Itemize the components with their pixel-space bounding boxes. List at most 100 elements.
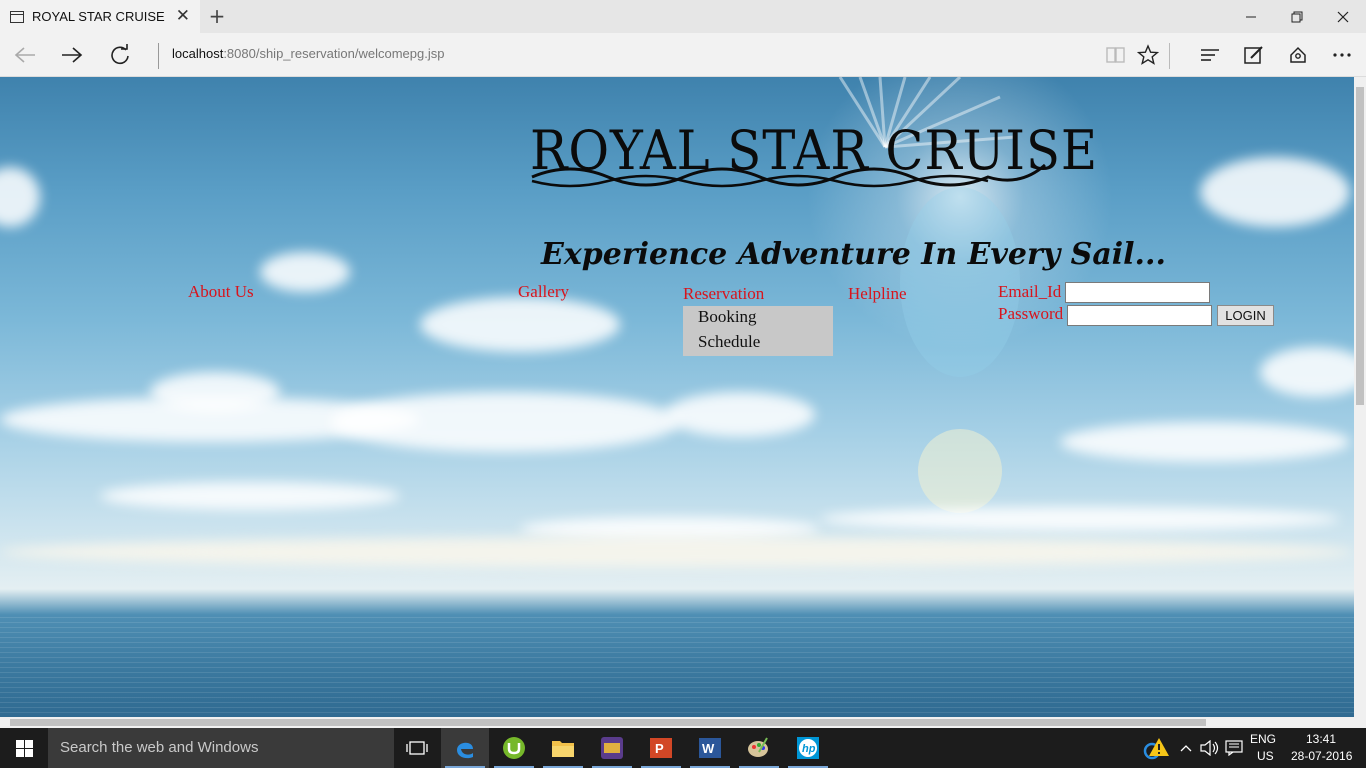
tab-close-icon[interactable]: ✕: [176, 8, 190, 25]
taskbar-hp[interactable]: hp: [784, 728, 832, 768]
background-cloud: [665, 392, 815, 437]
page-content: ROYAL STAR CRUISE Experience Adventure I…: [0, 77, 1354, 717]
web-note-icon: [1244, 46, 1263, 64]
email-field[interactable]: [1065, 282, 1210, 303]
back-icon: [14, 47, 35, 63]
tray-action-center-button[interactable]: [1222, 728, 1246, 768]
forward-button[interactable]: [57, 40, 87, 70]
reading-view-button[interactable]: [1101, 40, 1131, 70]
restore-button[interactable]: [1274, 0, 1320, 33]
volume-icon: [1200, 740, 1219, 756]
background-cloud: [1200, 157, 1350, 227]
dropdown-item-booking[interactable]: Booking: [698, 307, 757, 327]
svg-text:W: W: [702, 741, 715, 756]
background-cloud: [420, 297, 620, 352]
hp-icon: hp: [797, 737, 819, 759]
toolbar-separator: [1169, 43, 1170, 69]
tab-title: ROYAL STAR CRUISE: [32, 9, 165, 24]
task-view-icon: [406, 741, 428, 755]
web-note-button[interactable]: [1239, 40, 1269, 70]
background-lens-flare-small: [918, 429, 1002, 513]
folder-icon: [552, 741, 574, 757]
background-cloud: [0, 167, 40, 227]
more-button[interactable]: [1327, 40, 1357, 70]
media-app-icon: [601, 737, 623, 759]
taskbar-word[interactable]: W: [686, 728, 734, 768]
vertical-scrollbar[interactable]: [1354, 77, 1366, 717]
tray-expand-button[interactable]: [1174, 728, 1198, 768]
background-cloud-band: [0, 537, 1354, 567]
address-separator: [158, 43, 159, 69]
background-sea: [0, 617, 1354, 717]
background-cloud: [820, 507, 1340, 531]
refresh-button[interactable]: [105, 40, 135, 70]
nav-gallery[interactable]: Gallery: [518, 282, 569, 302]
login-button[interactable]: LOGIN: [1217, 305, 1274, 326]
windows-logo-icon: [15, 739, 33, 757]
browser-tab[interactable]: ROYAL STAR CRUISE ✕: [0, 0, 200, 33]
edge-warning-icon: [1143, 738, 1169, 760]
background-cloud: [100, 482, 400, 510]
taskbar: Search the web and Windows P W hp ENG US…: [0, 728, 1366, 768]
taskbar-paint[interactable]: [735, 728, 783, 768]
tray-region[interactable]: US: [1257, 749, 1274, 763]
background-cloud: [1060, 422, 1350, 462]
tab-page-icon: [10, 10, 24, 23]
address-bar[interactable]: localhost:8080/ship_reservation/welcomep…: [172, 46, 444, 61]
dropdown-item-schedule[interactable]: Schedule: [698, 332, 760, 352]
browser-toolbar: localhost:8080/ship_reservation/welcomep…: [0, 33, 1366, 77]
background-cloud: [260, 252, 350, 292]
back-button[interactable]: [10, 40, 40, 70]
nav-helpline[interactable]: Helpline: [848, 284, 907, 304]
utorrent-icon: [503, 737, 525, 759]
password-field[interactable]: [1067, 305, 1212, 326]
minimize-icon: [1246, 16, 1256, 17]
tray-alert[interactable]: [1138, 728, 1174, 768]
tray-volume-button[interactable]: [1198, 728, 1222, 768]
new-tab-button[interactable]: +: [206, 4, 228, 28]
task-view-button[interactable]: [393, 728, 441, 768]
minimize-button[interactable]: [1228, 0, 1274, 33]
background-cloud: [330, 392, 680, 452]
favorite-star-icon: [1137, 44, 1159, 65]
password-label: Password: [998, 304, 1064, 323]
horizontal-scrollbar-thumb[interactable]: [10, 719, 1206, 726]
background-cloud: [1260, 347, 1354, 397]
start-button[interactable]: [0, 728, 48, 768]
refresh-icon: [111, 44, 129, 65]
hub-icon: [1201, 49, 1219, 61]
tray-time[interactable]: 13:41: [1306, 732, 1336, 746]
word-icon: W: [699, 738, 721, 758]
taskbar-utorrent[interactable]: [490, 728, 538, 768]
action-center-icon: [1225, 740, 1243, 756]
nav-about-us[interactable]: About Us: [188, 282, 254, 302]
share-icon: [1290, 46, 1306, 63]
favorite-button[interactable]: [1133, 40, 1163, 70]
taskbar-media-app[interactable]: [588, 728, 636, 768]
close-window-button[interactable]: [1320, 0, 1366, 33]
email-label: Email_Id: [998, 282, 1062, 301]
share-button[interactable]: [1283, 40, 1313, 70]
taskbar-search-box[interactable]: Search the web and Windows: [48, 728, 394, 768]
tray-language[interactable]: ENG: [1250, 732, 1276, 746]
close-icon: [1337, 11, 1349, 22]
logo-wave-ornament: [531, 163, 1046, 188]
taskbar-powerpoint[interactable]: P: [637, 728, 685, 768]
tray-date[interactable]: 28-07-2016: [1291, 749, 1352, 763]
more-icon: [1333, 53, 1351, 57]
title-bar: ROYAL STAR CRUISE ✕ +: [0, 0, 1366, 33]
horizontal-scrollbar[interactable]: [0, 717, 1366, 728]
paint-icon: [748, 737, 768, 757]
taskbar-edge[interactable]: [441, 728, 489, 768]
forward-icon: [62, 47, 83, 63]
chevron-up-icon: [1180, 745, 1192, 752]
vertical-scrollbar-thumb[interactable]: [1356, 87, 1364, 405]
svg-text:P: P: [655, 741, 664, 756]
address-host: localhost: [172, 46, 224, 61]
taskbar-file-explorer[interactable]: [539, 728, 587, 768]
svg-text:hp: hp: [802, 743, 816, 755]
taskbar-search-placeholder: Search the web and Windows: [60, 739, 259, 756]
nav-reservation[interactable]: Reservation: [683, 284, 764, 304]
restore-icon: [1291, 11, 1303, 22]
hub-button[interactable]: [1195, 40, 1225, 70]
